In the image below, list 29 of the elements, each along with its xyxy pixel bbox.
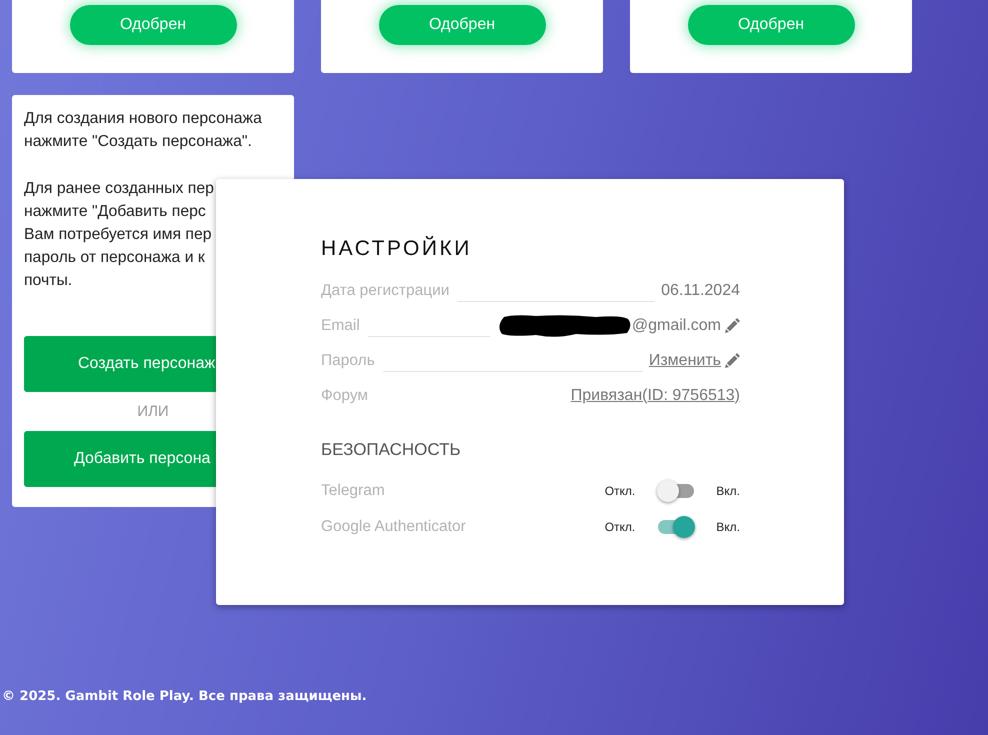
on-label: Вкл. [716, 483, 740, 500]
pencil-icon[interactable] [724, 352, 740, 368]
field-label: Форум [321, 386, 368, 406]
copyright-text: © 2025. Gambit Role Play. Все права защищены. [2, 688, 367, 706]
status-button[interactable]: Одобрен [688, 5, 854, 45]
switch-label: Telegram [321, 481, 386, 502]
switch-label: Google Authenticator [321, 517, 467, 538]
section-title: БЕЗОПАСНОСТЬ [321, 439, 461, 461]
change-link[interactable]: Изменить [648, 348, 721, 372]
field-label: Дата регистрации [321, 280, 450, 301]
status-button[interactable]: Одобрен [378, 5, 546, 45]
create-character-button[interactable]: Создать персонаж [24, 336, 216, 392]
instruction-text: Для создания нового персонажа нажмите "Создать персонажа". [24, 109, 262, 152]
off-label: Откл. [604, 519, 636, 536]
field-label: Пароль [321, 350, 375, 371]
status-button[interactable]: Одобрен [70, 5, 236, 45]
off-label: Откл. [604, 483, 636, 500]
add-character-button[interactable]: Добавить персона [24, 431, 216, 487]
field-value: @gmail.com [632, 316, 721, 336]
settings-title: НАСТРОЙКИ [321, 237, 472, 261]
forum-link[interactable]: Привязан(ID: 9756513) [570, 384, 740, 408]
pencil-icon[interactable] [724, 318, 740, 334]
separator-text: ИЛИ [137, 403, 169, 420]
field-label: Email [321, 316, 360, 336]
on-label: Вкл. [716, 519, 740, 536]
field-value: 06.11.2024 [661, 280, 740, 300]
toggle-switch[interactable] [657, 480, 696, 502]
instruction-text: Для ранее созданных пер нажмите "Добавить перс Вам потребуется имя пер пароль от персонажа и к почты. [24, 179, 214, 291]
toggle-switch[interactable] [657, 516, 696, 538]
